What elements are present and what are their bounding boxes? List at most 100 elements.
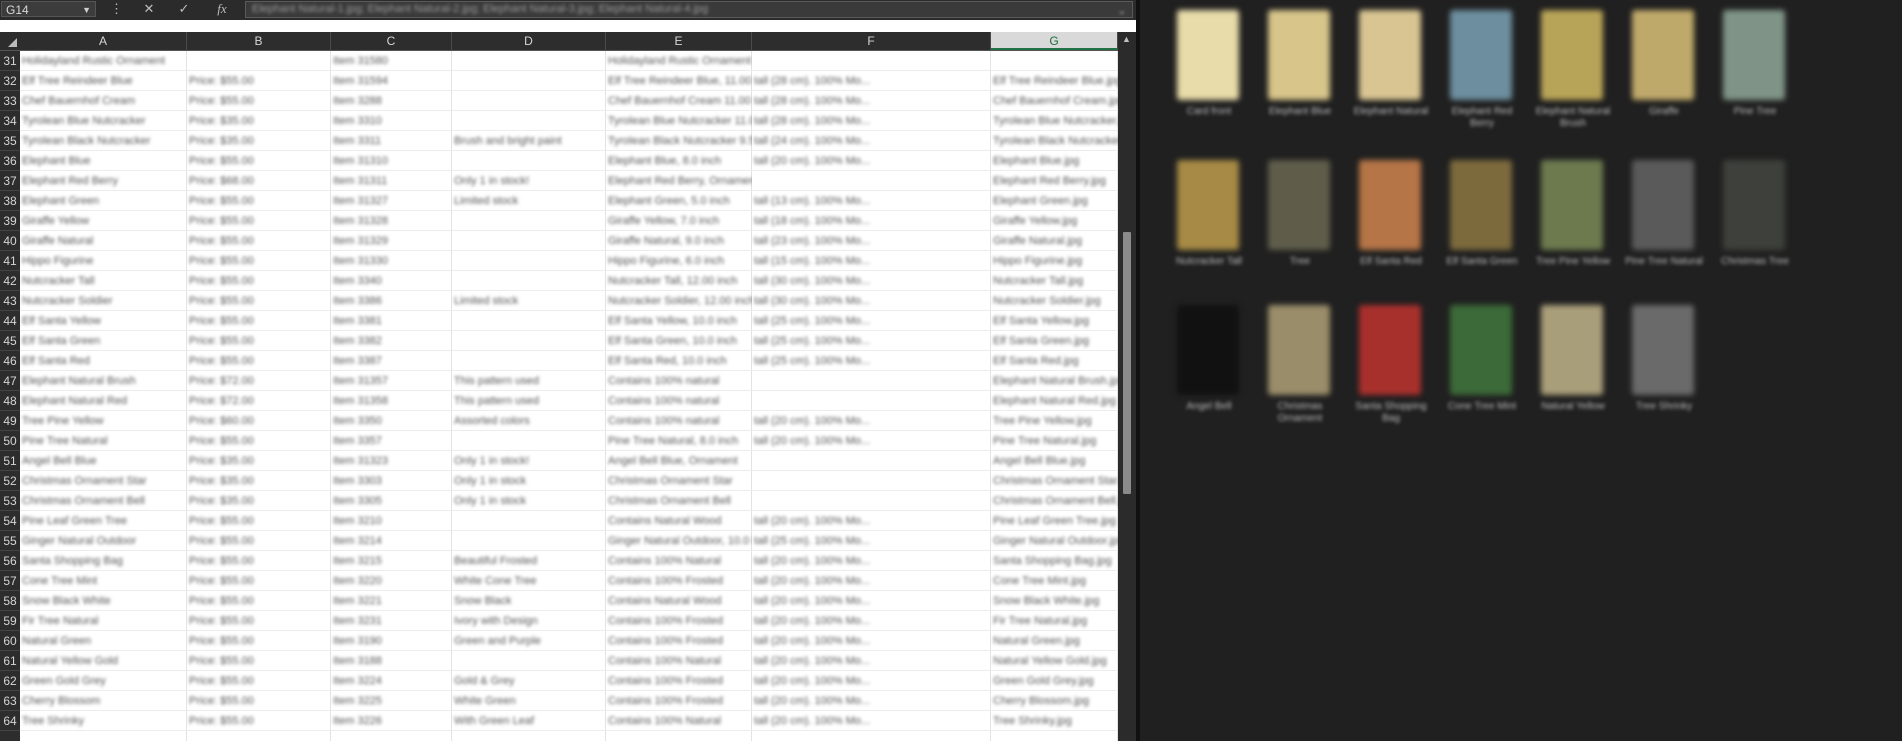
cell-grid[interactable]: Holidayland Rustic Ornament Item 31580 Hol… [20,51,1118,741]
cell[interactable]: Hippo Figurine [20,251,187,271]
insert-function-icon[interactable]: fx [212,1,232,17]
cell[interactable]: Item 31311 [331,171,452,191]
cell[interactable]: Nutcracker Soldier [20,291,187,311]
cell[interactable]: Item 31357 [331,371,452,391]
row-header[interactable]: 31 [0,51,20,71]
cell[interactable]: tall (20 cm). 100% Mo... [752,591,991,611]
cell[interactable]: Santa Shopping Bag.jpg [991,551,1118,571]
cell[interactable]: Contains 100% Frosted [606,611,752,631]
cell[interactable]: Pine Tree Natural [20,431,187,451]
cell[interactable]: Ginger Natural Outdoor [20,531,187,551]
cell[interactable]: Item 3215 [331,551,452,571]
file-thumbnail[interactable]: Natural Yellow [1531,305,1615,435]
row-header[interactable]: 49 [0,411,20,431]
file-thumbnail[interactable]: Elf Santa Red [1349,160,1433,290]
cell[interactable]: Contains Natural Wood [606,511,752,531]
cell[interactable]: Price: $55.00 [187,571,331,591]
cell[interactable]: Price: $55.00 [187,271,331,291]
cell[interactable]: Hippo Figurine.jpg [991,251,1118,271]
row-header[interactable]: 38 [0,191,20,211]
cell[interactable]: Cone Tree Mint [20,571,187,591]
row-header[interactable]: 51 [0,451,20,471]
row-header[interactable]: 41 [0,251,20,271]
cell[interactable]: Price: $55.00 [187,71,331,91]
cell[interactable]: Price: $55.00 [187,431,331,451]
cell[interactable]: Pine Tree Natural, 8.0 inch [606,431,752,451]
cell[interactable]: Green Gold Grey.jpg [991,671,1118,691]
cell[interactable]: Price: $55.00 [187,611,331,631]
column-header-c[interactable]: C [331,32,452,50]
more-options-icon[interactable]: ⋮ [110,1,123,17]
cell[interactable]: Natural Yellow Gold [20,651,187,671]
vertical-scrollbar[interactable]: ▲ [1118,32,1136,741]
cell[interactable]: Limited stock [452,191,606,211]
select-all-button[interactable] [0,32,20,50]
cell[interactable]: Item 3226 [331,711,452,731]
file-thumbnail[interactable]: Elephant Natural [1349,10,1433,140]
cell[interactable]: Christmas Ornament Bell.jpg [991,491,1118,511]
cell[interactable]: Cherry Blossom.jpg [991,691,1118,711]
column-header-d[interactable]: D [452,32,606,50]
cell[interactable]: Holidayland Rustic Ornament [606,51,752,71]
cell[interactable]: tall (20 cm). 100% Mo... [752,631,991,651]
cell[interactable]: Item 31328 [331,211,452,231]
cell[interactable]: Item 3305 [331,491,452,511]
cell[interactable]: Price: $55.00 [187,711,331,731]
cell[interactable]: This pattern used [452,371,606,391]
cell[interactable]: tall (20 cm). 100% Mo... [752,611,991,631]
file-thumbnail[interactable]: Elephant Red Berry [1440,10,1524,140]
column-header-g[interactable]: G [991,32,1118,50]
file-thumbnail[interactable]: Tree Shrinky [1622,305,1706,435]
cell[interactable]: Pine Leaf Green Tree [20,511,187,531]
cell[interactable]: Item 3311 [331,131,452,151]
cell[interactable]: Elephant Blue.jpg [991,151,1118,171]
row-header[interactable]: 54 [0,511,20,531]
cell[interactable]: tall (28 cm). 100% Mo... [752,71,991,91]
cell[interactable]: Price: $72.00 [187,391,331,411]
cell[interactable]: Contains Natural Wood [606,591,752,611]
cell[interactable]: Item 31310 [331,151,452,171]
cell[interactable]: Gold & Grey [452,671,606,691]
cell[interactable]: Item 31580 [331,51,452,71]
cell[interactable]: Nutcracker Soldier.jpg [991,291,1118,311]
cell[interactable]: tall (25 cm). 100% Mo... [752,531,991,551]
cell[interactable]: Price: $68.00 [187,171,331,191]
cell[interactable]: Elephant Natural Red.jpg [991,391,1118,411]
cell[interactable]: Nutcracker Tall, 12.00 inch [606,271,752,291]
cell[interactable]: Price: $35.00 [187,131,331,151]
cell[interactable]: Tree Shrinky.jpg [991,711,1118,731]
cell[interactable]: tall (15 cm). 100% Mo... [752,251,991,271]
cell[interactable]: Fir Tree Natural [20,611,187,631]
cell[interactable]: Christmas Ornament Star.jpg [991,471,1118,491]
cell[interactable]: Elf Tree Reindeer Blue, 11.00 inch [606,71,752,91]
file-thumbnail[interactable]: Pine Tree [1713,10,1797,140]
column-header-f[interactable]: F [752,32,991,50]
cell[interactable]: Hippo Figurine, 6.0 inch [606,251,752,271]
cell[interactable]: tall (20 cm). 100% Mo... [752,511,991,531]
cell[interactable]: Item 31594 [331,71,452,91]
cell[interactable]: tall (25 cm). 100% Mo... [752,311,991,331]
cell[interactable]: Holidayland Rustic Ornament [20,51,187,71]
file-thumbnail[interactable]: Elf Santa Green [1440,160,1524,290]
file-thumbnail[interactable]: Tree [1258,160,1342,290]
cell[interactable]: Beautiful Frosted [452,551,606,571]
cell[interactable]: Giraffe Yellow, 7.0 inch [606,211,752,231]
cell[interactable]: Item 31358 [331,391,452,411]
cell[interactable]: Price: $72.00 [187,371,331,391]
cell[interactable]: Cone Tree Mint.jpg [991,571,1118,591]
cell[interactable]: tall (28 cm). 100% Mo... [752,111,991,131]
row-header[interactable]: 36 [0,151,20,171]
cell[interactable]: Contains 100% natural [606,411,752,431]
cell[interactable]: Item 3224 [331,671,452,691]
cell[interactable]: Green and Purple [452,631,606,651]
cell[interactable]: Item 3231 [331,611,452,631]
cell[interactable]: Contains 100% Frosted [606,631,752,651]
file-thumbnail[interactable]: Tree Pine Yellow [1531,160,1615,290]
cell[interactable]: Elephant Blue [20,151,187,171]
cell[interactable]: This pattern used [452,391,606,411]
row-header[interactable]: 47 [0,371,20,391]
cell[interactable]: tall (20 cm). 100% Mo... [752,431,991,451]
cell[interactable]: Contains 100% Natural [606,551,752,571]
cell[interactable]: Ginger Natural Outdoor, 10.0 inch [606,531,752,551]
cell[interactable]: Item 3310 [331,111,452,131]
